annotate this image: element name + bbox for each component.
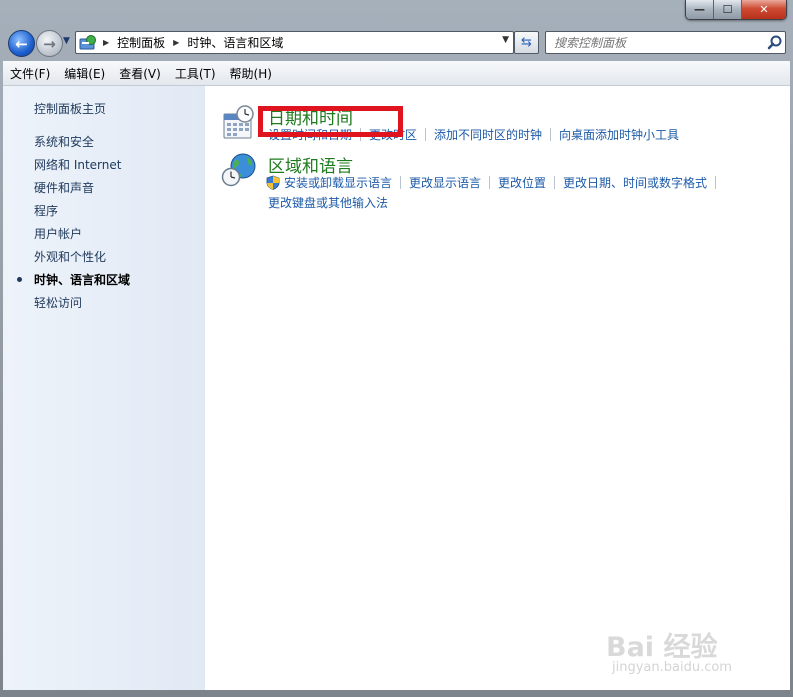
menu-help[interactable]: 帮助(H) [223, 65, 279, 82]
sidebar-item-clock-language-region[interactable]: 时钟、语言和区域 [34, 271, 130, 288]
back-button[interactable]: ← [8, 30, 35, 57]
task-divider [425, 128, 427, 141]
chevron-down-icon: ▼ [63, 36, 70, 46]
sidebar-item-ease-of-access[interactable]: 轻松访问 [34, 294, 82, 311]
arrow-right-icon: → [43, 34, 56, 53]
task-change-display-language[interactable]: 更改显示语言 [409, 174, 481, 191]
sidebar-item-network[interactable]: 网络和 Internet [34, 156, 121, 173]
menu-file[interactable]: 文件(F) [3, 65, 57, 82]
minimize-button[interactable]: — [686, 0, 714, 19]
search-input[interactable] [546, 34, 765, 51]
task-divider [400, 176, 402, 189]
address-dropdown-icon[interactable]: ▼ [502, 35, 509, 45]
main-panel: 日期和时间 设置时间和日期 更改时区 添加不同时区的时钟 向桌面添加时钟小工具 … [205, 86, 790, 690]
uac-shield-icon [266, 175, 280, 190]
menu-view[interactable]: 查看(V) [112, 65, 168, 82]
recent-pages-dropdown[interactable]: ▼ [63, 36, 73, 48]
task-change-date-time-number-format[interactable]: 更改日期、时间或数字格式 [563, 174, 707, 191]
region-language-task-row: 安装或卸载显示语言 更改显示语言 更改位置 更改日期、时间或数字格式 [266, 174, 724, 191]
sidebar-item-home[interactable]: 控制面板主页 [34, 100, 106, 117]
caption-buttons: — ☐ ✕ [685, 0, 787, 20]
refresh-button[interactable]: ⇆ [514, 31, 539, 54]
sidebar-item-system-security[interactable]: 系统和安全 [34, 133, 94, 150]
baidu-jingyan-watermark: Bai 经验 [606, 632, 718, 663]
task-divider [554, 176, 556, 189]
sidebar-item-programs[interactable]: 程序 [34, 202, 58, 219]
close-button[interactable]: ✕ [742, 0, 786, 19]
watermark-url: jingyan.baidu.com [612, 660, 732, 675]
menu-bar: 文件(F) 编辑(E) 查看(V) 工具(T) 帮助(H) [3, 61, 790, 86]
highlight-box [258, 106, 403, 137]
task-change-keyboard-input[interactable]: 更改键盘或其他输入法 [268, 194, 388, 211]
sidebar-item-user-accounts[interactable]: 用户帐户 [34, 225, 82, 242]
active-bullet-icon [17, 277, 22, 282]
calendar-clock-icon[interactable] [221, 104, 257, 140]
task-divider [550, 128, 552, 141]
breadcrumb-separator-icon: ▶ [103, 38, 110, 47]
sidebar-item-hardware-sound[interactable]: 硬件和声音 [34, 179, 94, 196]
task-divider [715, 176, 717, 189]
navigation-bar: ← → ▼ ▶ 控制面板 ▶ 时钟、语言和区域 ▼ ⇆ [0, 27, 793, 59]
menu-edit[interactable]: 编辑(E) [57, 65, 112, 82]
task-change-location[interactable]: 更改位置 [498, 174, 546, 191]
content-area: 控制面板主页 系统和安全 网络和 Internet 硬件和声音 程序 用户帐户 … [3, 86, 790, 690]
search-box [545, 31, 786, 54]
refresh-icon: ⇆ [521, 35, 532, 50]
search-icon[interactable] [765, 33, 785, 53]
sidebar: 控制面板主页 系统和安全 网络和 Internet 硬件和声音 程序 用户帐户 … [3, 86, 205, 690]
menu-tools[interactable]: 工具(T) [168, 65, 223, 82]
arrow-left-icon: ← [15, 34, 28, 53]
task-install-display-language[interactable]: 安装或卸载显示语言 [284, 174, 392, 191]
address-bar[interactable]: ▶ 控制面板 ▶ 时钟、语言和区域 ▼ [75, 31, 514, 54]
region-language-task-row-2: 更改键盘或其他输入法 [268, 194, 388, 211]
task-add-clocks[interactable]: 添加不同时区的时钟 [434, 126, 542, 143]
breadcrumb-clock-language-region[interactable]: 时钟、语言和区域 [187, 34, 283, 51]
forward-button[interactable]: → [36, 30, 63, 57]
maximize-button[interactable]: ☐ [714, 0, 742, 19]
breadcrumb-separator-icon: ▶ [173, 38, 180, 47]
control-panel-icon [79, 34, 97, 51]
task-add-clock-gadget[interactable]: 向桌面添加时钟小工具 [559, 126, 679, 143]
task-divider [489, 176, 491, 189]
breadcrumb-control-panel[interactable]: 控制面板 [117, 34, 165, 51]
globe-clock-icon[interactable] [221, 152, 257, 188]
sidebar-item-appearance[interactable]: 外观和个性化 [34, 248, 106, 265]
